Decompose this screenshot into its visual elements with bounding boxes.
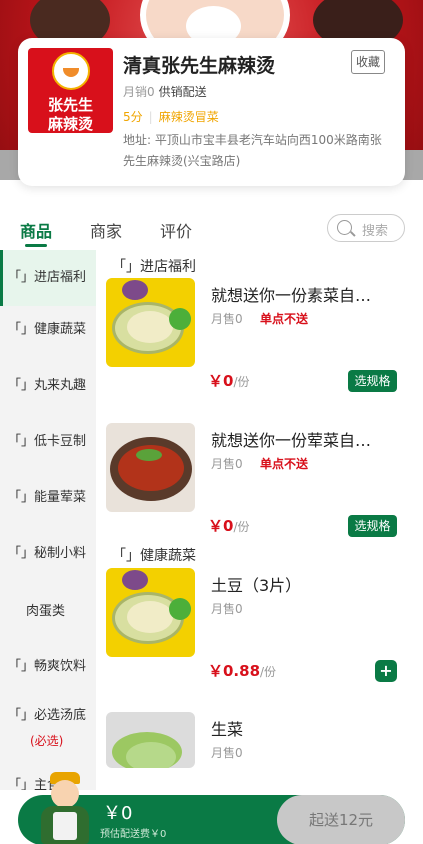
food-garnish bbox=[169, 598, 191, 620]
shop-rating: 5分 bbox=[123, 110, 143, 124]
sidebar-item-balls[interactable]: 「」丸来丸趣 bbox=[0, 374, 96, 393]
price-value: ￥0 bbox=[208, 517, 234, 535]
food-garnish bbox=[136, 449, 162, 461]
mascot-head bbox=[51, 780, 79, 808]
shop-logo: 张先生 麻辣烫 bbox=[28, 48, 113, 133]
dish-sales: 月售0 bbox=[211, 746, 243, 760]
dish-tag: 单点不送 bbox=[260, 457, 309, 471]
cart-total: ￥0 bbox=[103, 803, 133, 824]
food-bowl bbox=[110, 437, 192, 501]
dish-name: 生菜 bbox=[211, 720, 244, 739]
sidebar-item-drinks[interactable]: 「」畅爽饮料 bbox=[0, 655, 96, 674]
dish-price: ￥0.88/份 bbox=[208, 660, 276, 681]
shop-category: 麻辣烫冒菜 bbox=[158, 110, 219, 124]
sidebar-item-meat-eggs[interactable]: 肉蛋类 bbox=[0, 600, 96, 619]
delivery-fee: 预估配送费￥0 bbox=[100, 829, 167, 840]
min-order-button[interactable]: 起送12元 bbox=[277, 795, 405, 844]
dish-item[interactable]: 就想送你一份素菜自… 月售0 单点不送 ￥0/份 选规格 bbox=[96, 278, 423, 418]
select-spec-button[interactable]: 选规格 bbox=[348, 370, 397, 392]
dish-price: ￥0/份 bbox=[208, 515, 249, 536]
dish-image bbox=[106, 278, 195, 367]
price-value: ￥0 bbox=[208, 372, 234, 390]
sidebar-item-soup-base[interactable]: 「」必选汤底 bbox=[0, 704, 96, 723]
divider: | bbox=[148, 110, 153, 124]
select-spec-button[interactable]: 选规格 bbox=[348, 515, 397, 537]
monthly-sales: 月销0 bbox=[123, 85, 155, 99]
tab-goods[interactable]: 商品 bbox=[20, 218, 52, 242]
shop-info-card: 张先生 麻辣烫 清真张先生麻辣烫 收藏 月销0 供销配送 5分 | 麻辣烫冒菜 地址:… bbox=[18, 38, 405, 186]
tab-merchant[interactable]: 商家 bbox=[90, 218, 122, 242]
search-input[interactable]: 搜索 bbox=[327, 214, 405, 242]
search-icon bbox=[337, 220, 352, 235]
dish-image bbox=[106, 568, 195, 657]
price-value: ￥0.88 bbox=[208, 662, 261, 680]
price-unit: /份 bbox=[260, 665, 277, 679]
sidebar-item-meat-dishes[interactable]: 「」能量荤菜 bbox=[0, 486, 96, 505]
add-to-cart-button[interactable]: + bbox=[375, 660, 397, 682]
shop-address: 地址: 平顶山市宝丰县老汽车站向西100米路南张先生麻辣烫(兴宝路店) bbox=[123, 133, 382, 168]
logo-text-line1: 张先生 bbox=[47, 96, 93, 114]
cart-mascot-icon[interactable] bbox=[36, 772, 94, 844]
food-decoration bbox=[122, 570, 148, 590]
dish-name: 土豆（3片） bbox=[211, 576, 302, 595]
food-leaf bbox=[126, 742, 176, 768]
sidebar-item-tofu[interactable]: 「」低卡豆制 bbox=[0, 430, 96, 449]
dish-name: 就想送你一份荤菜自… bbox=[211, 431, 372, 450]
dish-image bbox=[106, 423, 195, 512]
shop-meta: 月销0 供销配送 bbox=[123, 83, 207, 100]
sidebar-item-required-label: (必选) bbox=[30, 734, 64, 748]
section-title-welfare: 「」进店福利 bbox=[112, 259, 196, 275]
dish-price: ￥0/份 bbox=[208, 370, 249, 391]
tab-active-indicator bbox=[25, 244, 47, 247]
price-unit: /份 bbox=[233, 520, 250, 534]
category-sidebar: 「」进店福利 「」健康蔬菜 「」丸来丸趣 「」低卡豆制 「」能量荤菜 「」秘制小… bbox=[0, 250, 96, 790]
logo-mascot-icon bbox=[52, 52, 90, 90]
search-placeholder: 搜索 bbox=[362, 224, 389, 239]
dish-item[interactable]: 土豆（3片） 月售0 ￥0.88/份 + bbox=[96, 568, 423, 708]
food-garnish bbox=[169, 308, 191, 330]
shop-name: 清真张先生麻辣烫 bbox=[123, 55, 276, 77]
dish-image bbox=[106, 712, 195, 768]
sidebar-item-vegetables[interactable]: 「」健康蔬菜 bbox=[0, 318, 96, 337]
tab-reviews[interactable]: 评价 bbox=[160, 218, 192, 242]
dish-tag: 单点不送 bbox=[260, 312, 309, 326]
delivery-type: 供销配送 bbox=[158, 85, 207, 99]
sidebar-item-sauces[interactable]: 「」秘制小料 bbox=[0, 542, 96, 561]
dish-sales: 月售0 bbox=[211, 602, 243, 616]
mascot-body bbox=[41, 806, 89, 844]
price-unit: /份 bbox=[233, 375, 250, 389]
food-decoration bbox=[122, 280, 148, 300]
dish-sales: 月售0 bbox=[211, 457, 243, 471]
sidebar-item-welfare[interactable]: 「」进店福利 bbox=[0, 250, 96, 306]
dish-item[interactable]: 生菜 月售0 bbox=[96, 712, 423, 768]
rating-row: 5分 | 麻辣烫冒菜 bbox=[123, 108, 219, 125]
dish-sales: 月售0 bbox=[211, 312, 243, 326]
logo-text-line2: 麻辣烫 bbox=[47, 115, 93, 133]
tab-bar: 商品 商家 评价 搜索 bbox=[0, 210, 423, 248]
favorite-button[interactable]: 收藏 bbox=[351, 50, 385, 74]
dish-item[interactable]: 就想送你一份荤菜自… 月售0 单点不送 ￥0/份 选规格 bbox=[96, 423, 423, 563]
dish-name: 就想送你一份素菜自… bbox=[211, 286, 372, 305]
